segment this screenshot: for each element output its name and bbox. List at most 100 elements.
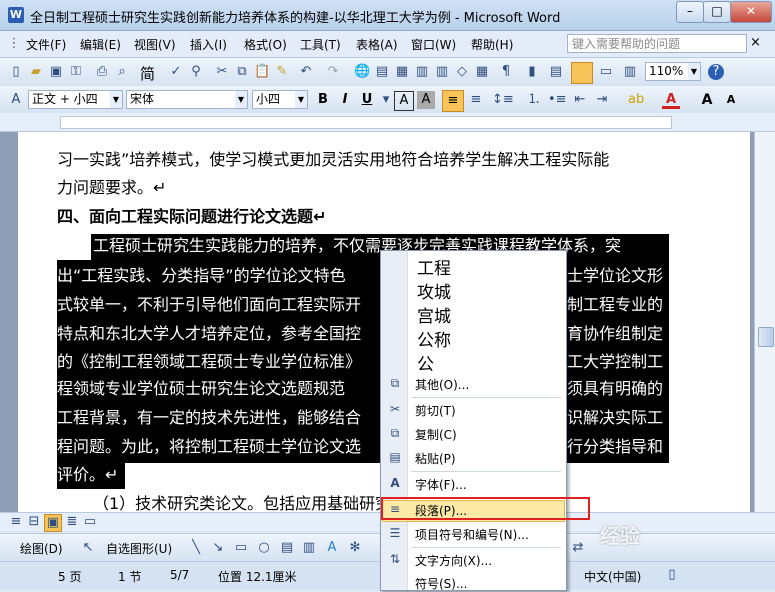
line-spacing-icon[interactable]: ↕≡ — [492, 92, 514, 108]
copy-icon[interactable]: ⧉ — [234, 64, 250, 80]
close-button[interactable]: ✕ — [730, 1, 772, 23]
menu-table[interactable]: 表格(A) — [356, 36, 398, 53]
ime-candidate[interactable]: 工程 — [417, 254, 451, 279]
menu-help[interactable]: 帮助(H) — [471, 36, 513, 53]
permission-icon[interactable]: ⚿ — [68, 64, 84, 80]
ctx-symbol[interactable]: 符号(S)... — [415, 575, 467, 592]
menu-format[interactable]: 格式(O) — [244, 36, 287, 53]
ime-candidate[interactable]: 公称 — [417, 326, 451, 351]
undo-icon[interactable]: ↶ — [298, 64, 314, 80]
menu-window[interactable]: 窗口(W) — [411, 36, 456, 53]
vertical-scrollbar[interactable] — [754, 132, 775, 512]
horizontal-ruler[interactable] — [0, 113, 775, 132]
menu-edit[interactable]: 编辑(E) — [80, 36, 121, 53]
scroll-thumb[interactable] — [758, 327, 774, 347]
print-layout-icon[interactable]: ▤ — [548, 64, 564, 80]
menu-tools[interactable]: 工具(T) — [300, 36, 341, 53]
ctx-cut[interactable]: 剪切(T) — [415, 402, 456, 419]
reading-layout-icon[interactable]: ▭ — [598, 64, 614, 80]
maximize-button[interactable]: □ — [703, 1, 731, 23]
ctx-bullets-numbering[interactable]: 项目符号和编号(N)... — [415, 526, 529, 543]
paste-icon[interactable]: 📋 — [254, 64, 270, 80]
open-icon[interactable]: ▰ — [28, 64, 44, 80]
rectangle-icon[interactable]: ▭ — [233, 540, 249, 556]
increase-indent-icon[interactable]: ⇥ — [594, 92, 610, 108]
active-toggle-icon[interactable] — [571, 62, 593, 84]
ctx-copy[interactable]: 复制(C) — [415, 426, 457, 443]
style-combo[interactable]: 正文 + 小四 ▼ — [28, 90, 123, 109]
menu-view[interactable]: 视图(V) — [134, 36, 176, 53]
font-combo[interactable]: 宋体 ▼ — [126, 90, 248, 109]
shrink-font-button[interactable]: A — [722, 91, 740, 109]
highlight-icon[interactable]: ab — [628, 92, 644, 108]
ctx-paste[interactable]: 粘贴(P) — [415, 450, 456, 467]
reading-view-icon[interactable]: ▭ — [82, 514, 98, 530]
italic-button[interactable]: I — [336, 91, 354, 109]
web-view-icon[interactable]: ⊟ — [26, 514, 42, 530]
doc-line-fragment: 工大学控制工 — [567, 352, 664, 372]
insert-table-icon[interactable]: ▦ — [394, 64, 410, 80]
ctx-font[interactable]: 字体(F)... — [415, 476, 467, 493]
read-mode-icon[interactable]: ▮ — [524, 64, 540, 80]
spelling-icon[interactable]: ✓ — [168, 64, 184, 80]
styles-pane-icon[interactable]: A — [8, 92, 24, 108]
cut-icon[interactable]: ✂ — [214, 64, 230, 80]
minimize-button[interactable]: – — [676, 1, 704, 23]
print-icon[interactable]: ⎙ — [94, 64, 110, 80]
grow-font-button[interactable]: A — [698, 91, 716, 109]
line-icon[interactable]: ╲ — [188, 540, 204, 556]
underline-button[interactable]: U — [358, 91, 376, 109]
ime-candidate[interactable]: 公 — [417, 350, 434, 375]
new-document-icon[interactable]: ▯ — [8, 64, 24, 80]
normal-view-icon[interactable]: ≡ — [8, 514, 24, 530]
redo-icon[interactable]: ↷ — [325, 64, 341, 80]
format-painter-icon[interactable]: ✎ — [274, 64, 290, 80]
ime-candidate[interactable]: 攻城 — [417, 278, 451, 303]
outline-view-icon[interactable]: ≣ — [64, 514, 80, 530]
drawing-icon[interactable]: ◇ — [454, 64, 470, 80]
ime-candidate[interactable]: 宫城 — [417, 302, 451, 327]
chevron-down-icon[interactable]: ▾ — [378, 92, 394, 108]
bullets-icon[interactable]: •≡ — [548, 92, 567, 108]
show-hide-icon[interactable]: ¶ — [498, 64, 514, 80]
document-map-icon[interactable]: ▦ — [474, 64, 490, 80]
word-app-icon[interactable]: W — [8, 7, 24, 23]
print-view-icon[interactable]: ▣ — [44, 514, 62, 532]
textbox-icon[interactable]: ▤ — [279, 540, 295, 556]
arrow-style-icon[interactable]: ⇄ — [570, 540, 586, 556]
wordart-icon[interactable]: A — [324, 540, 340, 556]
diagram-icon[interactable]: ✻ — [347, 540, 363, 556]
vertical-textbox-icon[interactable]: ▥ — [301, 540, 317, 556]
font-size-combo[interactable]: 小四 ▼ — [252, 90, 308, 109]
zoom-combo[interactable]: 110% ▼ — [645, 62, 701, 81]
tables-borders-icon[interactable]: ▤ — [374, 64, 390, 80]
help-close-icon[interactable]: × — [750, 35, 761, 50]
ctx-other[interactable]: 其他(O)... — [415, 376, 469, 393]
font-color-button[interactable]: A — [662, 91, 680, 109]
help-icon[interactable]: ? — [708, 64, 724, 80]
char-border-button[interactable]: A — [394, 91, 414, 111]
columns-icon[interactable]: ▥ — [434, 64, 450, 80]
menu-file[interactable]: 文件(F) — [26, 36, 66, 53]
align-justify-icon[interactable]: ≡ — [442, 90, 464, 112]
help-search-input[interactable]: 键入需要帮助的问题 — [567, 34, 747, 53]
numbering-icon[interactable]: ⒈ — [526, 92, 542, 108]
research-icon[interactable]: ⚲ — [188, 64, 204, 80]
arrow-icon[interactable]: ↘ — [210, 540, 226, 556]
oval-icon[interactable]: ○ — [256, 540, 272, 556]
save-icon[interactable]: ▣ — [48, 64, 64, 80]
simplified-chinese-button[interactable]: 简 — [140, 63, 155, 84]
decrease-indent-icon[interactable]: ⇤ — [572, 92, 588, 108]
hyperlink-icon[interactable]: 🌐 — [354, 64, 370, 80]
draw-menu-button[interactable]: 绘图(D) — [20, 540, 63, 557]
select-objects-icon[interactable]: ↖ — [80, 540, 96, 556]
print-preview-icon[interactable]: ⌕ — [114, 64, 130, 80]
align-center-icon[interactable]: ≡ — [468, 92, 484, 108]
ctx-text-direction[interactable]: 文字方向(X)... — [415, 552, 492, 569]
autoshapes-button[interactable]: 自选图形(U) — [106, 540, 172, 557]
insert-excel-icon[interactable]: ▥ — [414, 64, 430, 80]
bold-button[interactable]: B — [314, 91, 332, 109]
menu-insert[interactable]: 插入(I) — [190, 36, 227, 53]
char-shading-button[interactable]: A — [417, 91, 435, 109]
thumbnails-icon[interactable]: ▥ — [622, 64, 638, 80]
